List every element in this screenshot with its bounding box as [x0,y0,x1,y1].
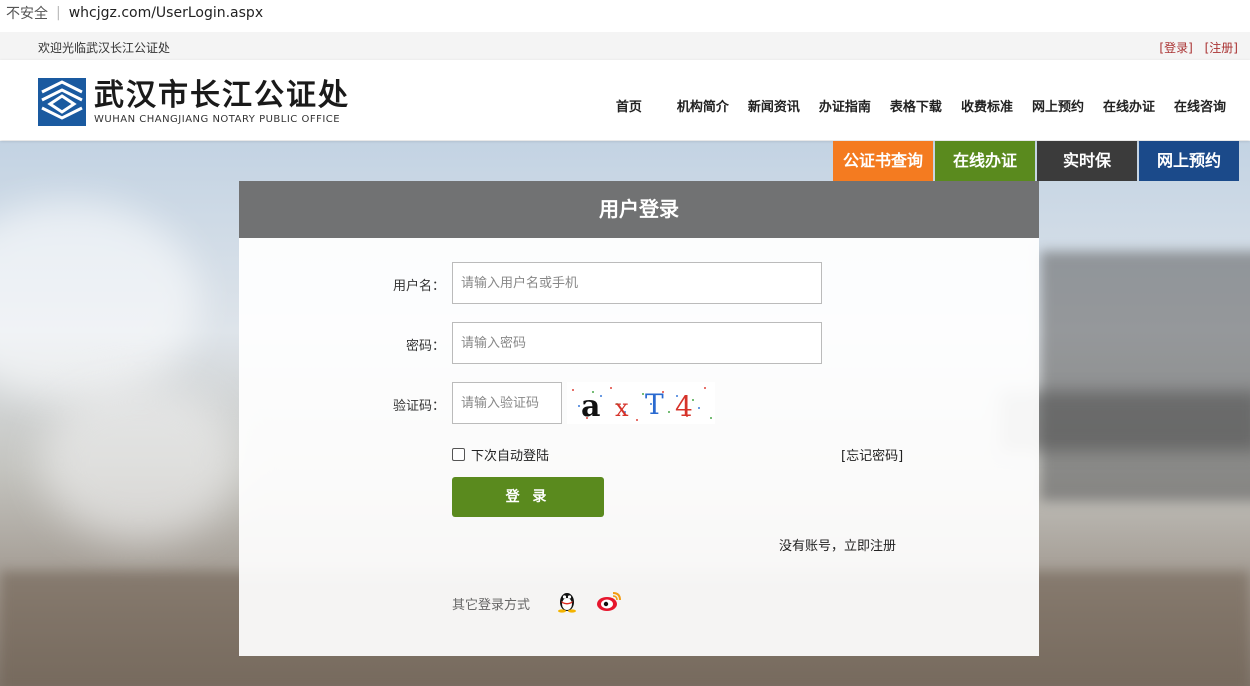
weibo-icon[interactable] [596,590,622,616]
login-link[interactable]: [登录] [1159,41,1192,55]
other-login-label: 其它登录方式 [452,597,531,613]
username-input[interactable] [452,262,822,304]
svg-text:T: T [645,388,664,421]
login-panel: 用户登录 用户名： 密码： 验证码： a x T 4 下次自动登陆 [忘记密码] [239,181,1039,656]
url-text[interactable]: whcjgz.com/UserLogin.aspx [69,5,263,21]
captcha-input[interactable] [452,382,562,424]
nav-online-service[interactable]: 在线办证 [1103,96,1155,115]
nav-appointment[interactable]: 网上预约 [1032,96,1084,115]
captcha-label: 验证码： [392,399,445,414]
top-strip: 欢迎光临武汉长江公证处 [登录] [注册] [0,32,1250,60]
divider: | [56,5,61,21]
nav-home[interactable]: 首页 [616,96,642,115]
password-input[interactable] [452,322,822,364]
login-button[interactable]: 登 录 [452,477,604,517]
nav-fees[interactable]: 收费标准 [961,96,1013,115]
captcha-image[interactable]: a x T 4 [567,382,715,424]
nav-news[interactable]: 新闻资讯 [748,96,800,115]
svg-text:a: a [581,389,600,424]
welcome-text: 欢迎光临武汉长江公证处 [38,41,171,55]
main-nav: 首页 机构简介 新闻资讯 办证指南 表格下载 收费标准 网上预约 在线办证 在线… [597,96,1226,115]
nav-downloads[interactable]: 表格下载 [890,96,942,115]
nav-consult[interactable]: 在线咨询 [1174,96,1226,115]
remember-checkbox[interactable] [452,448,465,461]
register-link[interactable]: [注册] [1205,41,1238,55]
quick-certificate-query[interactable]: 公证书查询 [833,141,933,181]
nav-about[interactable]: 机构简介 [677,96,729,115]
browser-address-bar[interactable]: 不安全 | whcjgz.com/UserLogin.aspx [0,0,1250,26]
logo-emblem-icon [38,78,86,126]
quick-appointment[interactable]: 网上预约 [1139,141,1239,181]
nav-guide[interactable]: 办证指南 [819,96,871,115]
quick-links: 公证书查询 在线办证 实时保 网上预约 [833,141,1239,181]
password-label: 密码： [405,339,445,354]
remember-me[interactable]: 下次自动登陆 [452,445,549,464]
logo-en: WUHAN CHANGJIANG NOTARY PUBLIC OFFICE [94,113,341,125]
account-links: [登录] [注册] [1159,39,1238,56]
site-logo[interactable]: 武汉市长江公证处 WUHAN CHANGJIANG NOTARY PUBLIC … [38,78,350,126]
security-warning[interactable]: 不安全 [6,3,48,23]
qq-icon[interactable] [556,589,578,617]
register-link-text[interactable]: 没有账号，立即注册 [779,535,896,554]
svg-text:4: 4 [675,390,693,423]
site-header: 武汉市长江公证处 WUHAN CHANGJIANG NOTARY PUBLIC … [0,60,1250,140]
quick-realtime-protect[interactable]: 实时保 [1037,141,1137,181]
svg-text:x: x [615,394,629,422]
quick-online-service[interactable]: 在线办证 [935,141,1035,181]
forgot-password-link[interactable]: [忘记密码] [841,445,903,464]
login-title: 用户登录 [239,181,1039,238]
logo-cn: 武汉市长江公证处 [94,77,350,113]
username-label: 用户名： [392,279,445,294]
other-login: 其它登录方式 [452,589,622,617]
logo-text: 武汉市长江公证处 WUHAN CHANGJIANG NOTARY PUBLIC … [94,77,350,125]
remember-label: 下次自动登陆 [471,449,550,464]
